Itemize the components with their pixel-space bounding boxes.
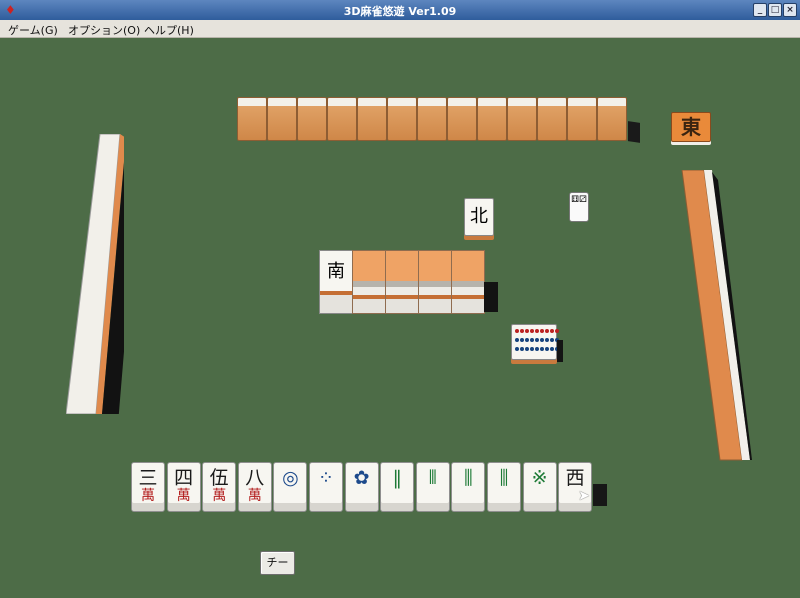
- tile-back: [537, 97, 567, 141]
- hand-tile[interactable]: ✿: [344, 462, 379, 512]
- maximize-button[interactable]: □: [768, 3, 782, 17]
- hand-tile-face: ◎: [282, 467, 299, 489]
- title-bar[interactable]: ♦ 3D麻雀悠遊 Ver1.09 _ □ ×: [0, 0, 800, 20]
- hand-shadow: [593, 484, 607, 506]
- tile-back: [417, 97, 447, 141]
- tile-back: [297, 97, 327, 141]
- hand-tile-face: ✿: [353, 467, 370, 489]
- hand-tile[interactable]: 八萬: [237, 462, 272, 512]
- hand-tile[interactable]: 伍萬: [202, 462, 237, 512]
- hand-tile-face: ⫼: [499, 467, 509, 489]
- tile-shadow: [557, 340, 563, 362]
- tile-back: [507, 97, 537, 141]
- hand-tile[interactable]: ※: [522, 462, 557, 512]
- hand-tile[interactable]: 三萬: [131, 462, 165, 512]
- tile-back: [357, 97, 387, 141]
- hand-tile-suit: 萬: [212, 488, 227, 504]
- hand-tile-face: ⫴: [428, 467, 437, 489]
- menu-help[interactable]: ヘルプ(H): [144, 22, 194, 38]
- tile-back: [477, 97, 507, 141]
- dice-icon: ⚅⚂: [569, 192, 589, 222]
- hand-tile[interactable]: ‖: [380, 462, 415, 512]
- meld-tile-back: [352, 250, 386, 314]
- tile-back: [387, 97, 417, 141]
- hand-tile[interactable]: ⫼: [451, 462, 486, 512]
- mahjong-table: 東 北 ⚅⚂ 南 三萬四萬伍萬八萬 ◎ ⁘ ✿ ‖ ⫴ ⫼ ⫼ ※ 西 チー ➤: [0, 38, 800, 598]
- discard-tile-north: 北: [464, 198, 494, 236]
- hand-tile[interactable]: ⫼: [487, 462, 521, 512]
- tile-back: [267, 97, 297, 141]
- tile-shadow: [628, 121, 640, 143]
- hand-tile-face: 三: [138, 467, 158, 489]
- discard-tile-pin: [511, 324, 559, 360]
- menu-game[interactable]: ゲーム(G): [8, 22, 58, 38]
- meld-tile-back: [385, 250, 419, 314]
- tile-back: [327, 97, 357, 141]
- hand-tile-face: 八: [245, 467, 265, 489]
- hand-tile-face: 西: [565, 467, 585, 489]
- hand-tile-suit: 萬: [141, 488, 155, 504]
- hand-tile[interactable]: ⫴: [415, 462, 450, 512]
- right-wall-shape: [681, 169, 752, 461]
- opponent-left-hand: [65, 133, 140, 424]
- hand-tile[interactable]: 四萬: [166, 462, 201, 512]
- hand-tile-face: 伍: [209, 467, 229, 489]
- hand-tile-face: ‖: [392, 467, 402, 489]
- tile-back: [567, 97, 597, 141]
- menu-bar: ゲーム(G) オプション(O) ヘルプ(H): [0, 20, 800, 38]
- tile-back: [597, 97, 627, 141]
- hand-tile[interactable]: ◎: [273, 462, 308, 512]
- hand-tile-face: ⁘: [318, 467, 334, 489]
- tile-back: [447, 97, 477, 141]
- tile-back: [237, 97, 267, 141]
- meld-tile-south: 南: [319, 250, 353, 314]
- meld-tile-back: [418, 250, 452, 314]
- hand-tile-face: ⫼: [464, 467, 473, 489]
- hand-tile-face: 四: [174, 467, 194, 489]
- mouse-cursor-icon: ➤: [578, 488, 590, 504]
- window-title: 3D麻雀悠遊 Ver1.09: [343, 5, 457, 18]
- hand-tile-face: ※: [531, 467, 548, 489]
- meld-tile-label: 南: [327, 261, 345, 282]
- opponent-right-hand: [680, 169, 752, 464]
- hand-tile-suit: 萬: [247, 488, 262, 504]
- hand-tile[interactable]: 西: [558, 462, 593, 512]
- round-wind-tile: 東: [671, 112, 711, 142]
- hand-tile-suit: 萬: [176, 488, 191, 504]
- left-wall-shape: [65, 133, 140, 424]
- minimize-button[interactable]: _: [753, 3, 767, 17]
- chi-button[interactable]: チー: [260, 551, 295, 575]
- meld-tile-back: [451, 250, 485, 314]
- meld-shadow: [484, 282, 498, 312]
- hand-tile[interactable]: ⁘: [309, 462, 343, 512]
- close-button[interactable]: ×: [783, 3, 797, 17]
- menu-options[interactable]: オプション(O): [68, 22, 140, 38]
